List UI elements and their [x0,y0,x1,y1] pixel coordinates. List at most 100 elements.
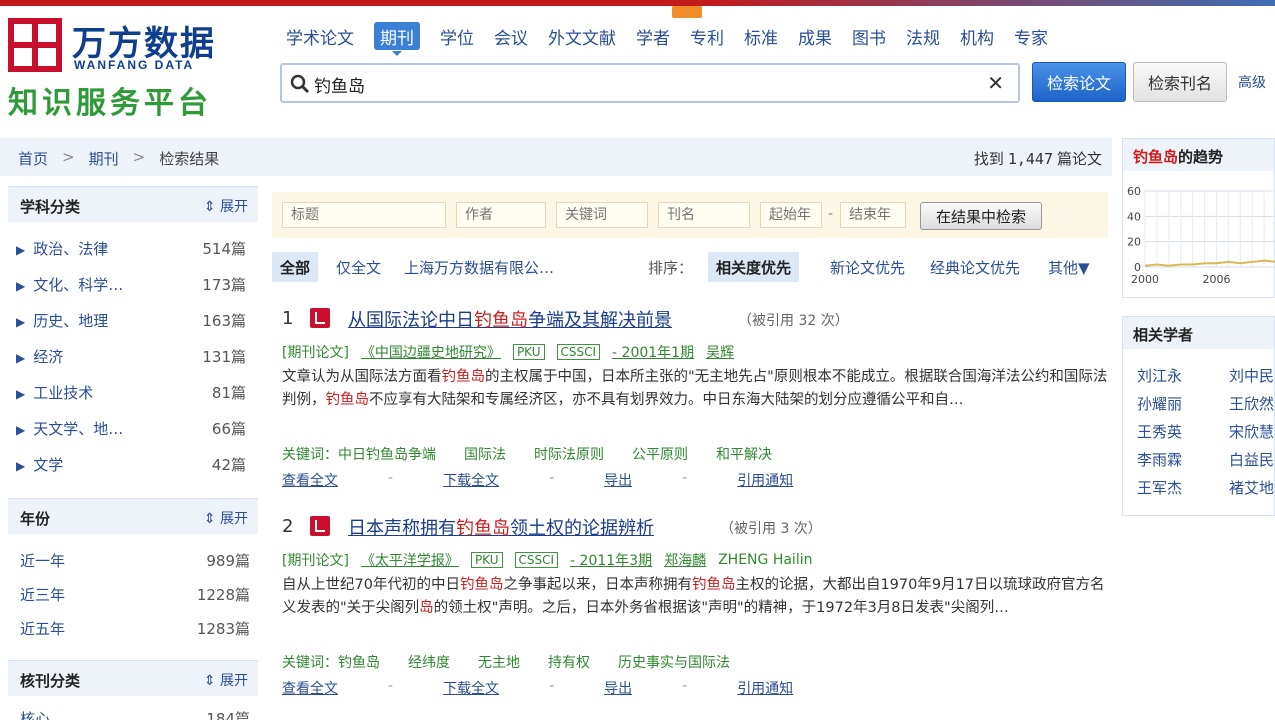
facet-year-header: 年份 ⇕ 展开 [8,498,258,534]
pdf-icon[interactable] [310,308,330,328]
scholar-link[interactable]: 宋欣慧 [1229,421,1274,442]
scholar-link[interactable]: 王军杰 [1137,477,1182,498]
facet-journal-header: 核刊分类 ⇕ 展开 [8,660,258,696]
tab-degree[interactable]: 学位 [440,22,474,50]
facet-journal-expand[interactable]: ⇕ 展开 [204,670,248,690]
filter-keyword-input[interactable] [556,202,648,228]
citation-alert-link[interactable]: 引用通知 [737,470,793,490]
keyword-link[interactable]: 无主地 [478,652,520,672]
tab-publisher[interactable]: 上海万方数据有限公… [404,252,554,282]
export-link[interactable]: 导出 [604,470,632,490]
view-fulltext-link[interactable]: 查看全文 [282,678,338,698]
abstract-highlight: 钓鱼岛 [459,577,504,593]
facet-item[interactable]: ▶ 政治、法律 514篇 [16,238,246,262]
tab-all[interactable]: 全部 [272,252,319,282]
filter-journal-input[interactable] [658,202,750,228]
tab-journal[interactable]: 期刊 [374,22,420,56]
filter-start-year-input[interactable] [760,202,822,228]
pdf-icon[interactable] [310,516,330,536]
tab-expert[interactable]: 专家 [1014,22,1048,50]
tab-conference[interactable]: 会议 [494,22,528,50]
result-title-link[interactable]: 日本声称拥有钓鱼岛领土权的论据辨析 [348,514,654,540]
facet-year-expand[interactable]: ⇕ 展开 [204,508,248,528]
journal-link[interactable]: 《太平洋学报》 [361,550,459,570]
facet-item[interactable]: ▶ 文学 42篇 [16,454,246,478]
sort-classic[interactable]: 经典论文优先 [930,252,1020,282]
facet-item[interactable]: ▶ 历史、地理 163篇 [16,310,246,334]
author-link[interactable]: 郑海麟 [664,550,706,570]
scholar-link[interactable]: 刘中民 [1229,365,1274,386]
facet-year-title: 年份 [20,510,51,528]
tab-standard[interactable]: 标准 [744,22,778,50]
citation-alert-link[interactable]: 引用通知 [737,678,793,698]
triangle-icon: ▶ [16,279,26,293]
facet-subject-expand[interactable]: ⇕ 展开 [204,196,248,216]
scholar-link[interactable]: 褚艾地 [1229,477,1274,498]
scholar-link[interactable]: 刘江永 [1137,365,1182,386]
facet-item[interactable]: 近一年 989篇 [20,550,250,574]
tab-law[interactable]: 法规 [906,22,940,50]
facet-item[interactable]: ▶ 经济 131篇 [16,346,246,370]
breadcrumb-home[interactable]: 首页 [18,148,48,169]
facet-item[interactable]: 近五年 1283篇 [20,618,250,642]
keyword-link[interactable]: 时际法原则 [534,444,604,464]
result-title-link[interactable]: 从国际法论中日钓鱼岛争端及其解决前景 [348,306,672,332]
scholar-link[interactable]: 王秀英 [1137,421,1182,442]
facet-item[interactable]: ▶ 工业技术 81篇 [16,382,246,406]
filter-end-year-input[interactable] [840,202,906,228]
search-input[interactable] [314,71,974,97]
view-fulltext-link[interactable]: 查看全文 [282,470,338,490]
tab-foreign[interactable]: 外文文献 [548,22,616,50]
issue-link[interactable]: - 2011年3期 [570,550,652,570]
scholar-link[interactable]: 李雨霖 [1137,449,1182,470]
result-count: 找到 1,447 篇论文 [974,148,1102,169]
keyword-link[interactable]: 关键词：中日钓鱼岛争端 [282,444,436,464]
sort-row: 全部 仅全文 上海万方数据有限公… 排序： 相关度优先 新论文优先 经典论文优先… [272,252,1108,282]
scholar-link[interactable]: 王欣然 [1229,393,1274,414]
keyword-link[interactable]: 关键词：钓鱼岛 [282,652,380,672]
sort-newest[interactable]: 新论文优先 [830,252,905,282]
facet-item[interactable]: ▶ 天文学、地… 66篇 [16,418,246,442]
filter-author-input[interactable] [456,202,546,228]
keyword-link[interactable]: 公平原则 [632,444,688,464]
export-link[interactable]: 导出 [604,678,632,698]
sort-other-dropdown[interactable]: 其他▼ [1048,252,1090,282]
keyword-link[interactable]: 持有权 [548,652,590,672]
journal-link[interactable]: 《中国边疆史地研究》 [361,342,501,362]
download-fulltext-link[interactable]: 下载全文 [443,678,499,698]
tab-book[interactable]: 图书 [852,22,886,50]
logo[interactable]: 万方数据 WANFANG DATA 知识服务平台 [8,16,248,121]
breadcrumb-journal[interactable]: 期刊 [89,148,119,169]
scholar-link[interactable]: 白益民 [1229,449,1274,470]
tab-fulltext-only[interactable]: 仅全文 [336,252,381,282]
search-journal-button[interactable]: 检索刊名 [1133,62,1227,102]
tab-paper[interactable]: 学术论文 [286,22,354,50]
keyword-link[interactable]: 和平解决 [716,444,772,464]
clear-search-icon[interactable]: ✕ [987,71,1004,95]
facet-item[interactable]: ▶ 文化、科学… 173篇 [16,274,246,298]
triangle-icon: ▶ [16,387,26,401]
facet-item-count: 1283篇 [196,620,250,638]
keyword-link[interactable]: 经纬度 [408,652,450,672]
facet-item[interactable]: 近三年 1228篇 [20,584,250,608]
tab-patent[interactable]: 专利 [690,22,724,50]
download-fulltext-link[interactable]: 下载全文 [443,470,499,490]
result-number: 1 [282,308,294,329]
sort-relevance[interactable]: 相关度优先 [708,252,800,282]
result-item: 1 从国际法论中日钓鱼岛争端及其解决前景 （被引用 32 次） [期刊论文] 《… [282,308,1108,498]
advanced-search-link[interactable]: 高级 [1238,72,1266,92]
keyword-link[interactable]: 国际法 [464,444,506,464]
issue-link[interactable]: - 2001年1期 [612,342,694,362]
tab-scholar[interactable]: 学者 [636,22,670,50]
search-in-results-button[interactable]: 在结果中检索 [920,202,1042,230]
keyword-text: 中日钓鱼岛争端 [338,447,436,463]
scholar-link[interactable]: 孙耀丽 [1137,393,1182,414]
tab-achievement[interactable]: 成果 [798,22,832,50]
filter-title-input[interactable] [282,202,446,228]
keyword-link[interactable]: 历史事实与国际法 [618,652,730,672]
tab-institution[interactable]: 机构 [960,22,994,50]
author-link[interactable]: 吴辉 [706,342,734,362]
search-paper-button[interactable]: 检索论文 [1032,62,1126,102]
facet-item[interactable]: 核心 184篇 [20,708,250,720]
related-scholars-title: 相关学者 [1123,317,1274,349]
